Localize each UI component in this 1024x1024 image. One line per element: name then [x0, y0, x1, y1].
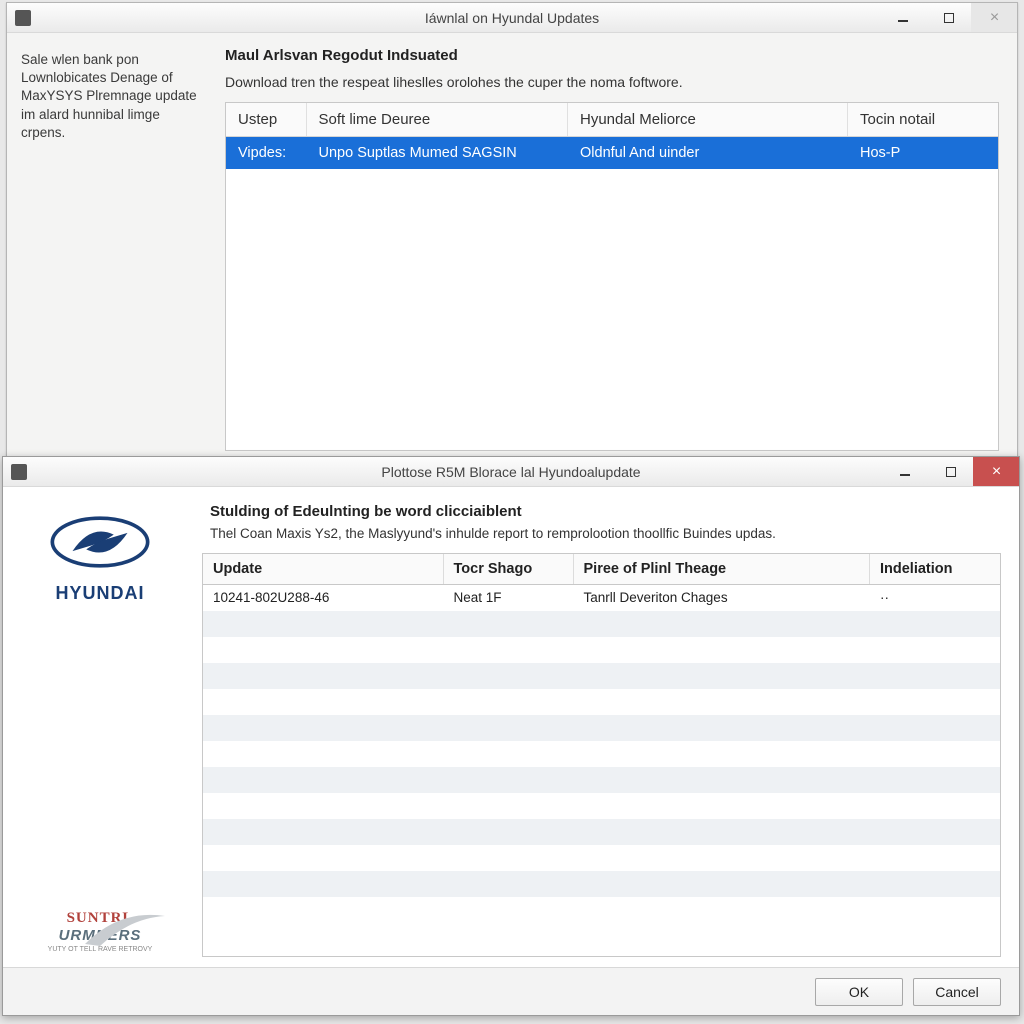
- app-icon: [15, 10, 31, 26]
- maximize-button[interactable]: [927, 457, 973, 486]
- maximize-button[interactable]: [925, 3, 971, 32]
- close-button[interactable]: ×: [973, 457, 1019, 486]
- sidebar: HYUNDAI SUNTRL URMNERS YUTY OT TELL RAVE…: [3, 487, 198, 967]
- col-ustep[interactable]: Ustep: [226, 103, 306, 137]
- cell: Unpo Suptlas Mumed SAGSIN: [306, 137, 568, 170]
- cell: Oldnful And uinder: [568, 137, 848, 170]
- table-row[interactable]: [203, 819, 1000, 845]
- table-row[interactable]: [203, 689, 1000, 715]
- col-piree-plinl-theage[interactable]: Piree of Plinl Theage: [573, 554, 870, 585]
- table-row[interactable]: [203, 715, 1000, 741]
- minimize-button[interactable]: [879, 3, 925, 32]
- window-title: Plottose R5M Blorace lal Hyundoalupdate: [3, 464, 1019, 480]
- table-row[interactable]: Vipdes: Unpo Suptlas Mumed SAGSIN Oldnfu…: [226, 137, 998, 170]
- col-hyundal-meliorce[interactable]: Hyundal Meliorce: [568, 103, 848, 137]
- table-row[interactable]: 10241-802U288-46 Neat 1F Tanrll Deverito…: [203, 585, 1000, 611]
- col-tocin-notail[interactable]: Tocin notail: [848, 103, 998, 137]
- table-row[interactable]: [203, 845, 1000, 871]
- updates-table: Ustep Soft lime Deuree Hyundal Meliorce …: [226, 103, 998, 169]
- cell: Tanrll Deveriton Chages: [573, 585, 870, 611]
- table-row[interactable]: [203, 793, 1000, 819]
- window-controls: ×: [879, 3, 1017, 32]
- hyundai-logo-icon: [40, 507, 160, 577]
- titlebar[interactable]: Iáwnlal on Hyundal Updates ×: [7, 3, 1017, 33]
- cell: 10241-802U288-46: [203, 585, 443, 611]
- table-row[interactable]: [203, 611, 1000, 637]
- dialog-footer: OK Cancel: [3, 967, 1019, 1015]
- update-table-container: Update Tocr Shago Piree of Plinl Theage …: [202, 553, 1001, 957]
- table-row[interactable]: [203, 637, 1000, 663]
- cell: Neat 1F: [443, 585, 573, 611]
- hyundai-update-window: Plottose R5M Blorace lal Hyundoalupdate …: [2, 456, 1020, 1016]
- table-row[interactable]: [203, 741, 1000, 767]
- updates-table-container: Ustep Soft lime Deuree Hyundal Meliorce …: [225, 102, 999, 451]
- table-header-row: Update Tocr Shago Piree of Plinl Theage …: [203, 554, 1000, 585]
- cell: Vipdes:: [226, 137, 306, 170]
- window-title: Iáwnlal on Hyundal Updates: [7, 10, 1017, 26]
- updates-window: Iáwnlal on Hyundal Updates × Sale wlen b…: [6, 2, 1018, 462]
- table-row[interactable]: [203, 897, 1000, 923]
- table-row[interactable]: [203, 767, 1000, 793]
- window-body: Sale wlen bank pon Lownlobicates Denage …: [7, 33, 1017, 461]
- hyundai-wordmark: HYUNDAI: [55, 583, 144, 604]
- main-panel: Maul Arlsvan Regodut Indsuated Download …: [217, 33, 1017, 461]
- table-header-row: Ustep Soft lime Deuree Hyundal Meliorce …: [226, 103, 998, 137]
- ok-button[interactable]: OK: [815, 978, 903, 1006]
- sidebar-text: Sale wlen bank pon Lownlobicates Denage …: [7, 33, 217, 461]
- swoosh-icon: [80, 904, 170, 954]
- close-button[interactable]: ×: [971, 3, 1017, 32]
- cell: Hos-P: [848, 137, 998, 170]
- minimize-button[interactable]: [881, 457, 927, 486]
- update-table: Update Tocr Shago Piree of Plinl Theage …: [203, 554, 1000, 923]
- table-row[interactable]: [203, 663, 1000, 689]
- partner-badge: SUNTRL URMNERS YUTY OT TELL RAVE RETROVY: [30, 910, 170, 953]
- window-controls: ×: [881, 457, 1019, 486]
- cell: ··: [870, 585, 1000, 611]
- col-update[interactable]: Update: [203, 554, 443, 585]
- section-subtext: Thel Coan Maxis Ys2, the Maslyyund's inh…: [202, 526, 1001, 541]
- col-indeliation[interactable]: Indeliation: [870, 554, 1000, 585]
- app-icon: [11, 464, 27, 480]
- window-body: HYUNDAI SUNTRL URMNERS YUTY OT TELL RAVE…: [3, 487, 1019, 967]
- col-tocr-shago[interactable]: Tocr Shago: [443, 554, 573, 585]
- section-subtext: Download tren the respeat liheslles orol…: [225, 74, 999, 90]
- table-row[interactable]: [203, 871, 1000, 897]
- col-soft-lime-deuree[interactable]: Soft lime Deuree: [306, 103, 568, 137]
- section-heading: Maul Arlsvan Regodut Indsuated: [225, 47, 999, 64]
- cancel-button[interactable]: Cancel: [913, 978, 1001, 1006]
- main-panel: Stulding of Edeulnting be word clicciaib…: [198, 487, 1019, 967]
- section-heading: Stulding of Edeulnting be word clicciaib…: [202, 503, 1001, 520]
- titlebar[interactable]: Plottose R5M Blorace lal Hyundoalupdate …: [3, 457, 1019, 487]
